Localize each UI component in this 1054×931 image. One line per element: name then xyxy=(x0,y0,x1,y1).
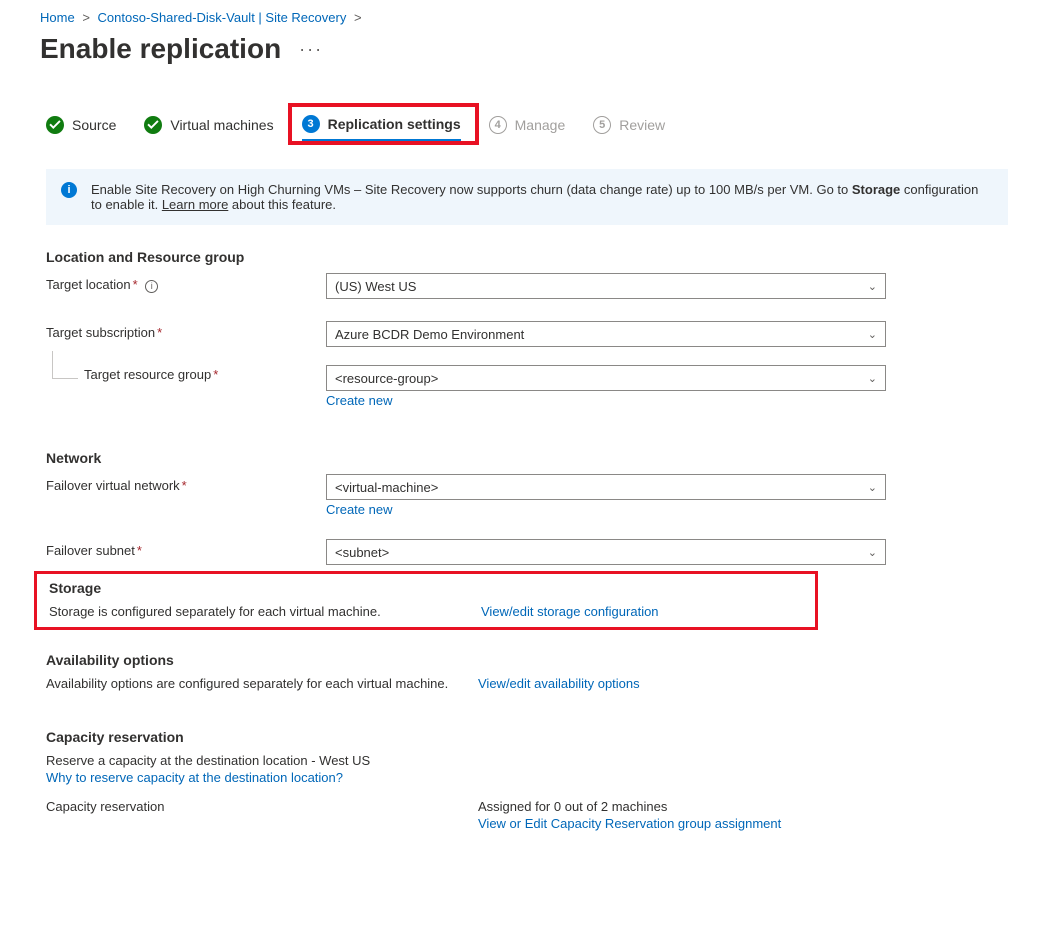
chevron-down-icon: ⌄ xyxy=(868,280,877,293)
chevron-down-icon: ⌄ xyxy=(868,546,877,559)
capacity-why-link[interactable]: Why to reserve capacity at the destinati… xyxy=(46,770,1008,785)
create-new-vnet-link[interactable]: Create new xyxy=(326,502,886,517)
step-number-icon: 5 xyxy=(593,116,611,134)
step-review: 5 Review xyxy=(593,116,665,134)
breadcrumb: Home > Contoso-Shared-Disk-Vault | Site … xyxy=(0,10,1054,31)
capacity-assigned: Assigned for 0 out of 2 machines xyxy=(478,799,1008,814)
view-edit-availability-link[interactable]: View/edit availability options xyxy=(478,676,640,691)
info-icon[interactable]: i xyxy=(145,280,158,293)
highlight-storage: Storage Storage is configured separately… xyxy=(34,571,818,630)
step-label: Source xyxy=(72,117,116,133)
info-text: about this feature. xyxy=(228,197,336,212)
label-target-resource-group: Target resource group* xyxy=(84,351,218,382)
step-source[interactable]: Source xyxy=(46,116,116,134)
step-manage: 4 Manage xyxy=(489,116,566,134)
step-number-icon: 3 xyxy=(302,115,320,133)
more-icon[interactable]: ··· xyxy=(299,39,323,60)
availability-desc: Availability options are configured sepa… xyxy=(46,676,478,691)
breadcrumb-sep: > xyxy=(354,10,362,25)
dropdown-value: <subnet> xyxy=(335,545,389,560)
section-title-location: Location and Resource group xyxy=(46,249,1008,265)
capacity-desc: Reserve a capacity at the destination lo… xyxy=(46,753,1008,768)
info-banner: i Enable Site Recovery on High Churning … xyxy=(46,169,1008,225)
breadcrumb-vault[interactable]: Contoso-Shared-Disk-Vault | Site Recover… xyxy=(98,10,347,25)
breadcrumb-home[interactable]: Home xyxy=(40,10,75,25)
step-replication-settings[interactable]: 3 Replication settings xyxy=(302,115,461,141)
capacity-row-label: Capacity reservation xyxy=(46,799,478,831)
dropdown-value: (US) West US xyxy=(335,279,416,294)
dropdown-target-subscription[interactable]: Azure BCDR Demo Environment ⌄ xyxy=(326,321,886,347)
view-edit-storage-link[interactable]: View/edit storage configuration xyxy=(481,604,659,619)
dropdown-failover-subnet[interactable]: <subnet> ⌄ xyxy=(326,539,886,565)
check-icon xyxy=(46,116,64,134)
section-title-capacity: Capacity reservation xyxy=(46,729,1008,745)
section-title-availability: Availability options xyxy=(46,652,1008,668)
dropdown-value: <virtual-machine> xyxy=(335,480,438,495)
dropdown-value: <resource-group> xyxy=(335,371,438,386)
dropdown-target-resource-group[interactable]: <resource-group> ⌄ xyxy=(326,365,886,391)
step-virtual-machines[interactable]: Virtual machines xyxy=(144,116,273,134)
page-title: Enable replication xyxy=(40,33,281,65)
storage-desc: Storage is configured separately for eac… xyxy=(49,604,481,619)
info-bold: Storage xyxy=(852,182,900,197)
step-label: Manage xyxy=(515,117,566,133)
capacity-edit-link[interactable]: View or Edit Capacity Reservation group … xyxy=(478,816,1008,831)
dropdown-target-location[interactable]: (US) West US ⌄ xyxy=(326,273,886,299)
chevron-down-icon: ⌄ xyxy=(868,481,877,494)
label-failover-vnet: Failover virtual network* xyxy=(46,474,326,493)
label-target-subscription: Target subscription* xyxy=(46,321,326,340)
indent-line xyxy=(52,351,78,379)
section-title-network: Network xyxy=(46,450,1008,466)
wizard-steps: Source Virtual machines 3 Replication se… xyxy=(0,75,1054,149)
dropdown-value: Azure BCDR Demo Environment xyxy=(335,327,524,342)
chevron-down-icon: ⌄ xyxy=(868,328,877,341)
step-number-icon: 4 xyxy=(489,116,507,134)
section-title-storage: Storage xyxy=(49,580,803,596)
check-icon xyxy=(144,116,162,134)
step-label: Review xyxy=(619,117,665,133)
dropdown-failover-vnet[interactable]: <virtual-machine> ⌄ xyxy=(326,474,886,500)
chevron-down-icon: ⌄ xyxy=(868,372,877,385)
step-label: Virtual machines xyxy=(170,117,273,133)
breadcrumb-sep: > xyxy=(82,10,90,25)
label-failover-subnet: Failover subnet* xyxy=(46,539,326,558)
info-text: Enable Site Recovery on High Churning VM… xyxy=(91,182,852,197)
learn-more-link[interactable]: Learn more xyxy=(162,197,228,212)
label-target-location: Target location* i xyxy=(46,273,326,293)
create-new-resource-group-link[interactable]: Create new xyxy=(326,393,886,408)
highlight-replication-settings: 3 Replication settings xyxy=(288,103,479,145)
step-label: Replication settings xyxy=(328,116,461,132)
info-icon: i xyxy=(61,182,77,198)
